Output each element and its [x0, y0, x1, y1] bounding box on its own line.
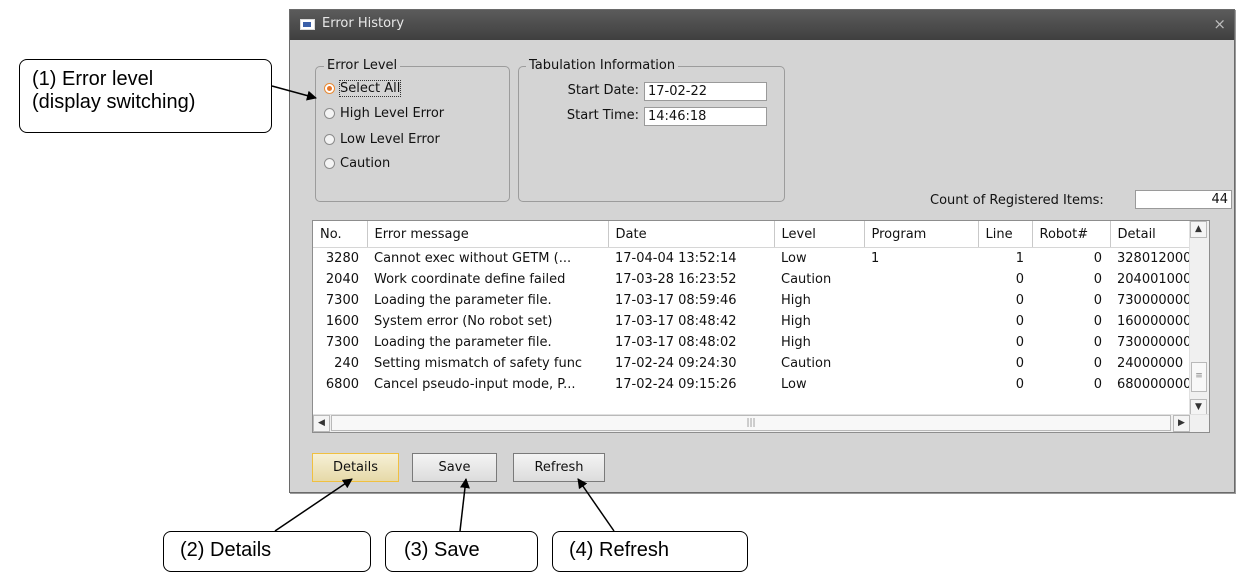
arrow-details [274, 478, 353, 532]
arrow-error-level [271, 85, 317, 101]
callout-arrows [271, 85, 615, 532]
arrow-refresh [577, 478, 615, 532]
arrow-save [459, 478, 470, 532]
